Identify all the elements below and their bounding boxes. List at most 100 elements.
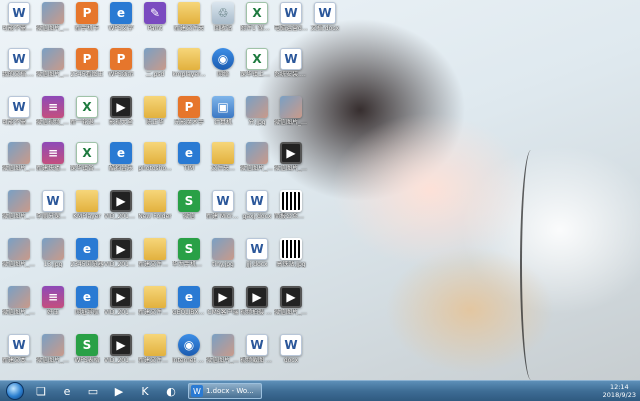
desktop-icon[interactable]: 微信图片_20180... [36, 334, 70, 374]
desktop-icon[interactable]: ▶微信图片_2018... [274, 142, 308, 182]
taskbar-task-word[interactable]: W 1.docx - Wo... [188, 383, 262, 399]
desktop-icon[interactable]: 陈正华 [138, 96, 172, 136]
desktop-icon[interactable]: ≡微信视频_20180... [36, 96, 70, 136]
desktop-icon[interactable]: 新建文件夹 [172, 2, 206, 42]
desktop-icon[interactable]: ▣ 计算机 [206, 96, 240, 136]
desktop-icon[interactable]: kmplayer... [172, 48, 206, 88]
app-green-icon: S [76, 334, 98, 356]
desktop-icon[interactable]: 微信图片_20180911... [2, 286, 36, 326]
desktop-icon[interactable]: S 微信 [172, 190, 206, 230]
desktop-icon[interactable]: ♲ 回收站 [206, 2, 240, 42]
desktop-icon[interactable]: 微信图片_20180... [274, 96, 308, 136]
desktop-icon[interactable]: ▶视频拍摄 3 4... [240, 286, 274, 326]
desktop-icon[interactable]: e 2345浏览器 [70, 238, 104, 278]
desktop-icon[interactable]: ≡ 好压 [36, 286, 70, 326]
desktop-icon[interactable]: W 可能不需要... [2, 96, 36, 136]
desktop-icon[interactable]: 高铁站.jpg [274, 238, 308, 278]
taskbar-pinned-kugou[interactable]: K [134, 382, 156, 400]
desktop-icon[interactable]: e WPS文字 [104, 2, 138, 42]
desktop-icon[interactable]: 新建文件夹(4) [138, 334, 172, 374]
desktop-icon[interactable]: ▶ VID_2018... [104, 190, 138, 230]
desktop-icon[interactable]: 13.jpg [36, 238, 70, 278]
wallpaper-hair-strand [520, 150, 542, 380]
desktop-icon[interactable]: ▶ CMS客户端 [206, 286, 240, 326]
desktop-icon[interactable]: W新建 Microsoft... [206, 190, 240, 230]
desktop-icon[interactable]: e 酷狗音乐 [104, 142, 138, 182]
clock-date: 2018/9/23 [602, 391, 636, 399]
desktop-icon[interactable]: Wgaxj.docx [240, 190, 274, 230]
desktop-icon-label: jjj.docx [246, 261, 268, 268]
folder-icon [144, 96, 166, 118]
taskbar-pinned-folder[interactable]: ▭ [82, 382, 104, 400]
desktop-icon[interactable]: W 文档.docx [308, 2, 342, 42]
desktop-icon[interactable]: W李丽分保管理档案.doc [36, 190, 70, 230]
desktop-icon[interactable]: P 光影魔术手 [172, 96, 206, 136]
desktop-icon[interactable]: 新建文件夹(2) [138, 238, 172, 278]
desktop-icon[interactable]: S 华为手机助手 [172, 238, 206, 278]
desktop-icon-label: 新建 Microsoft... [206, 213, 240, 220]
desktop-icon[interactable]: W新建文本文档.docx [2, 334, 36, 374]
desktop-icon[interactable]: 文件夹... [206, 142, 240, 182]
desktop-icon[interactable]: W我的文档.docx [2, 48, 36, 88]
desktop-icon[interactable]: ▶微信图片_20180... [274, 286, 308, 326]
desktop-icon[interactable]: e TIM [172, 142, 206, 182]
desktop-icon[interactable]: ▶ VID_2018... [104, 286, 138, 326]
image-icon [246, 96, 268, 118]
desktop-icon[interactable]: 简报公众号宣传手册... [274, 190, 308, 230]
desktop-icon[interactable]: X附件1 保全期2018年... [240, 2, 274, 42]
desktop-icon[interactable]: 二.psd [138, 48, 172, 88]
taskbar-pinned-explorer[interactable]: ❏ [30, 382, 52, 400]
desktop-icon[interactable]: 微信图片_20180911... [36, 2, 70, 42]
desktop-icon[interactable]: W 可能不需要... [2, 2, 36, 42]
desktop-icon[interactable]: ▶ VID_2018... [104, 334, 138, 374]
desktop[interactable]: W可能不需要...微信图片_20180911...P新手机卡eWPS文字✎Pai… [0, 0, 640, 380]
desktop-icon-label: 我的文档.docx [2, 71, 36, 78]
desktop-icon-label: 保华镇各报富农申请... [70, 165, 104, 172]
start-button[interactable] [4, 382, 26, 400]
folder-icon [144, 334, 166, 356]
desktop-icon[interactable]: P 新手机卡 [70, 2, 104, 42]
media-icon: ▶ [114, 384, 124, 398]
system-clock[interactable]: 12:14 2018/9/23 [603, 382, 636, 400]
desktop-icon[interactable]: W系统安装.docx [274, 48, 308, 88]
taskbar-pinned-ie[interactable]: e [56, 382, 78, 400]
desktop-icon[interactable]: 微信图片_20180... [2, 142, 36, 182]
desktop-icon[interactable]: X保华镇各报富农申请... [70, 142, 104, 182]
desktop-icon[interactable]: X保华镇上报新一轮... [240, 48, 274, 88]
folder-icon [76, 190, 98, 212]
taskbar-pinned-browser[interactable]: ◐ [160, 382, 182, 400]
desktop-icon[interactable]: W电脑运营docx [274, 2, 308, 42]
taskbar-pinned-media[interactable]: ▶ [108, 382, 130, 400]
desktop-icon[interactable]: 微信图片_20180... [2, 190, 36, 230]
desktop-icon[interactable]: 分.jpg [240, 96, 274, 136]
desktop-icon[interactable]: ▶ VID_2018... [104, 238, 138, 278]
desktop-icon[interactable]: ≡新建快播技术.rar [36, 142, 70, 182]
desktop-icon[interactable]: P WPS演示 [104, 48, 138, 88]
desktop-icon[interactable]: Wdocx [274, 334, 308, 374]
desktop-icon[interactable]: 新建文件夹(3) [138, 286, 172, 326]
desktop-icon[interactable]: Wjjj.docx [240, 238, 274, 278]
desktop-icon[interactable]: 微信图片_2018... [240, 142, 274, 182]
desktop-icon[interactable]: photosho... [138, 142, 172, 182]
desktop-icon[interactable]: 微信图片_20180... [2, 238, 36, 278]
desktop-icon[interactable]: tiny.jpg [206, 238, 240, 278]
desktop-icon[interactable]: New Folder [138, 190, 172, 230]
desktop-icon[interactable]: 微信图片_20180911... [36, 48, 70, 88]
desktop-icon[interactable]: W视频截图 下手... [240, 334, 274, 374]
desktop-icon[interactable]: P 2345看图王 [70, 48, 104, 88]
desktop-icon[interactable]: e 网址导航 [70, 286, 104, 326]
desktop-icon[interactable]: ✎ Paint [138, 2, 172, 42]
desktop-icon[interactable]: eGEOLIBX-Builder [172, 286, 206, 326]
desktop-icon[interactable]: 微信图片_20180... [206, 334, 240, 374]
desktop-icon-label: 新一轮退耕还林数据... [70, 119, 104, 126]
desktop-icon-label: 微信视频_20180... [36, 119, 70, 126]
desktop-icon[interactable]: ◉ 网络 [206, 48, 240, 88]
desktop-icon[interactable]: KMPlayer [70, 190, 104, 230]
desktop-icon[interactable]: ▶ 影视大全 [104, 96, 138, 136]
app-blue-icon: e [76, 238, 98, 260]
desktop-icon-label: GEOLIBX-Builder [172, 309, 206, 316]
desktop-icon[interactable]: X新一轮退耕还林数据... [70, 96, 104, 136]
desktop-icon[interactable]: ◉Internet Explorer [172, 334, 206, 374]
desktop-icon-label: 酷狗音乐 [108, 165, 133, 172]
desktop-icon[interactable]: S WPS表格 [70, 334, 104, 374]
